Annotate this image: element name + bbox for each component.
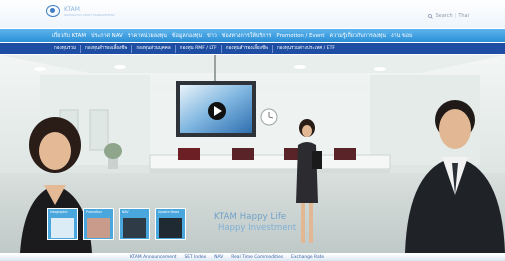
- ktam-logo[interactable]: KTAM KRUNGTHAI ASSET MANAGEMENT: [46, 5, 115, 17]
- language-switch[interactable]: Thai: [458, 13, 469, 19]
- nav-fund-info[interactable]: ข้อมูลกองทุน: [172, 32, 202, 40]
- subnav-provident-fund[interactable]: กองทุนสำรองเลี้ยงชีพ: [81, 44, 133, 53]
- tile-label-update-news: Update News: [158, 210, 180, 214]
- secondary-nav: กองทุนรวม กองทุนสำรองเลี้ยงชีพ กองทุนส่ว…: [0, 43, 505, 54]
- bottom-link-nav[interactable]: NAV: [214, 255, 223, 260]
- tile-image-promotion: [87, 218, 110, 238]
- tile-label-promotion: Promotion: [86, 210, 103, 214]
- nav-nav-announcement[interactable]: ประกาศ NAV: [91, 32, 123, 40]
- subnav-foreign-etf[interactable]: กองทุนรวมต่างประเทศ / ETF: [273, 45, 339, 53]
- nav-jobs[interactable]: งาน ขอบ: [391, 32, 412, 40]
- tagline-line-1: KTAM Happy Life: [214, 212, 287, 222]
- bottom-info-bar: KTAM Announcement SET Index NAV Real Tim…: [0, 254, 505, 261]
- subnav-provident-fund-2[interactable]: กองทุนสำรองเลี้ยงชีพ: [222, 44, 274, 53]
- bottom-link-set-index[interactable]: SET Index: [184, 255, 206, 260]
- tile-label-infographic: Infographic: [50, 210, 69, 214]
- logo-name: KTAM: [64, 5, 80, 13]
- subnav-rmf-ltf[interactable]: กองทุน RMF / LTF: [176, 44, 222, 53]
- feature-tile-infographic[interactable]: Infographic: [47, 208, 78, 240]
- tile-image-infographic: [51, 218, 74, 238]
- nav-service-channels[interactable]: ช่องทางการให้บริการ: [222, 32, 272, 40]
- feature-tile-promotion[interactable]: Promotion: [83, 208, 114, 240]
- nav-promotion-event[interactable]: Promotion / Event: [276, 33, 324, 39]
- tile-image-update-news: [159, 218, 182, 238]
- nav-investment-knowledge[interactable]: ความรู้เกี่ยวกับการลงทุน: [330, 32, 386, 40]
- header-separator: |: [454, 13, 457, 19]
- tile-label-nav: NAV: [122, 210, 129, 214]
- hero-tagline: KTAM Happy Life Happy Investment: [214, 212, 296, 233]
- subnav-private-fund[interactable]: กองทุนส่วนบุคคล: [132, 44, 176, 53]
- subnav-mutual-fund[interactable]: กองทุนรวม: [50, 44, 82, 53]
- logo-text: KTAM KRUNGTHAI ASSET MANAGEMENT: [64, 6, 115, 17]
- logo-mark-icon: [46, 5, 60, 17]
- logo-sub: KRUNGTHAI ASSET MANAGEMENT: [64, 12, 115, 17]
- bottom-link-announcement[interactable]: KTAM Announcement: [130, 255, 176, 260]
- bottom-link-exchange-rate[interactable]: Exchange Rate: [291, 255, 324, 260]
- bottom-link-commodities[interactable]: Real Time Commodities: [231, 255, 283, 260]
- nav-about[interactable]: เกี่ยวกับ KTAM: [52, 32, 86, 40]
- feature-tile-update-news[interactable]: Update News: [155, 208, 186, 240]
- primary-nav: เกี่ยวกับ KTAM ประกาศ NAV ราคาหน่วยลงทุน…: [0, 29, 505, 42]
- feature-tile-nav[interactable]: NAV: [119, 208, 150, 240]
- nav-unit-price[interactable]: ราคาหน่วยลงทุน: [128, 32, 167, 40]
- search-icon[interactable]: [428, 13, 434, 19]
- hero-banner: Infographic Promotion NAV Update News KT…: [0, 55, 505, 253]
- tagline-line-2: Happy Investment: [218, 223, 297, 233]
- nav-news[interactable]: ข่าว: [207, 32, 217, 40]
- site-header: KTAM KRUNGTHAI ASSET MANAGEMENT Search |…: [0, 0, 505, 28]
- search-link[interactable]: Search: [435, 13, 452, 19]
- tile-image-nav: [123, 218, 146, 238]
- header-tools: Search | Thai: [428, 13, 469, 19]
